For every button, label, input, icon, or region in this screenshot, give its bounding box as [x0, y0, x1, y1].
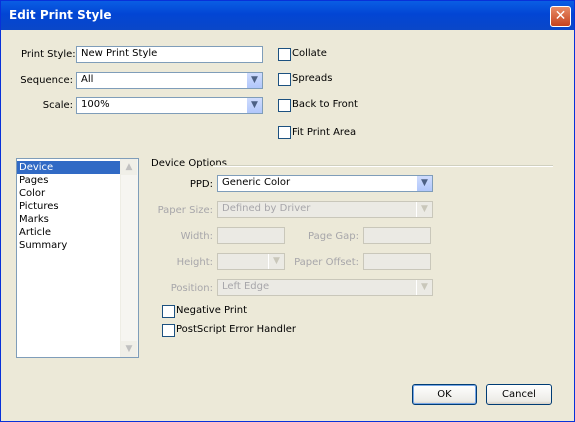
list-scrollbar[interactable]: ▲ ▼ — [120, 159, 138, 357]
scale-value: 100% — [81, 99, 110, 110]
chevron-down-icon: ▼ — [416, 280, 432, 295]
height-label: Height: — [176, 257, 213, 268]
paper-offset-input[interactable] — [363, 253, 431, 270]
ok-button[interactable]: OK — [412, 384, 477, 405]
scale-select[interactable]: 100% ▼ — [76, 97, 263, 114]
width-label: Width: — [180, 231, 213, 242]
ppd-label: PPD: — [189, 179, 213, 190]
chevron-down-icon[interactable]: ▼ — [416, 176, 432, 191]
device-options-heading: Device Options — [151, 158, 227, 169]
back-to-front-checkbox[interactable] — [278, 99, 291, 112]
negative-print-label[interactable]: Negative Print — [176, 305, 247, 316]
paper-size-label: Paper Size: — [157, 205, 213, 216]
chevron-down-icon[interactable]: ▼ — [246, 73, 262, 88]
postscript-error-handler-checkbox[interactable] — [162, 324, 175, 337]
cancel-button[interactable]: Cancel — [486, 384, 552, 405]
spreads-checkbox[interactable] — [278, 73, 291, 86]
scale-label: Scale: — [42, 100, 73, 111]
paper-size-value: Defined by Driver — [222, 203, 311, 214]
collate-label[interactable]: Collate — [292, 48, 327, 59]
sequence-label: Sequence: — [20, 75, 73, 86]
chevron-down-icon[interactable]: ▼ — [121, 341, 137, 357]
print-style-label: Print Style: — [21, 49, 76, 60]
chevron-down-icon: ▼ — [268, 254, 284, 269]
collate-checkbox[interactable] — [278, 48, 291, 61]
height-select[interactable]: ▼ — [217, 253, 285, 270]
negative-print-checkbox[interactable] — [162, 305, 175, 318]
back-to-front-label[interactable]: Back to Front — [292, 99, 358, 110]
paper-size-select[interactable]: Defined by Driver ▼ — [217, 201, 433, 218]
close-icon[interactable]: ✕ — [550, 6, 571, 27]
fit-print-area-label[interactable]: Fit Print Area — [292, 127, 356, 138]
spreads-label[interactable]: Spreads — [292, 73, 332, 84]
title-bar[interactable]: Edit Print Style ✕ — [1, 1, 574, 30]
ppd-select[interactable]: Generic Color ▼ — [217, 175, 433, 192]
window-title: Edit Print Style — [9, 8, 112, 22]
sequence-value: All — [81, 74, 94, 85]
chevron-down-icon: ▼ — [416, 202, 432, 217]
sequence-select[interactable]: All ▼ — [76, 72, 263, 89]
ppd-value: Generic Color — [222, 177, 291, 188]
group-divider — [213, 165, 553, 167]
width-input[interactable] — [217, 227, 285, 244]
paper-offset-label: Paper Offset: — [294, 257, 359, 268]
chevron-up-icon[interactable]: ▲ — [121, 159, 137, 175]
print-style-input[interactable]: New Print Style — [76, 46, 263, 63]
postscript-error-handler-label[interactable]: PostScript Error Handler — [176, 324, 296, 335]
category-list[interactable]: Device Pages Color Pictures Marks Articl… — [16, 158, 139, 358]
page-gap-label: Page Gap: — [308, 231, 359, 242]
position-select[interactable]: Left Edge ▼ — [217, 279, 433, 296]
position-value: Left Edge — [222, 281, 270, 292]
edit-print-style-dialog: Edit Print Style ✕ Print Style: New Prin… — [0, 0, 575, 422]
chevron-down-icon[interactable]: ▼ — [246, 98, 262, 113]
page-gap-input[interactable] — [363, 227, 431, 244]
position-label: Position: — [170, 283, 213, 294]
fit-print-area-checkbox[interactable] — [278, 126, 291, 139]
